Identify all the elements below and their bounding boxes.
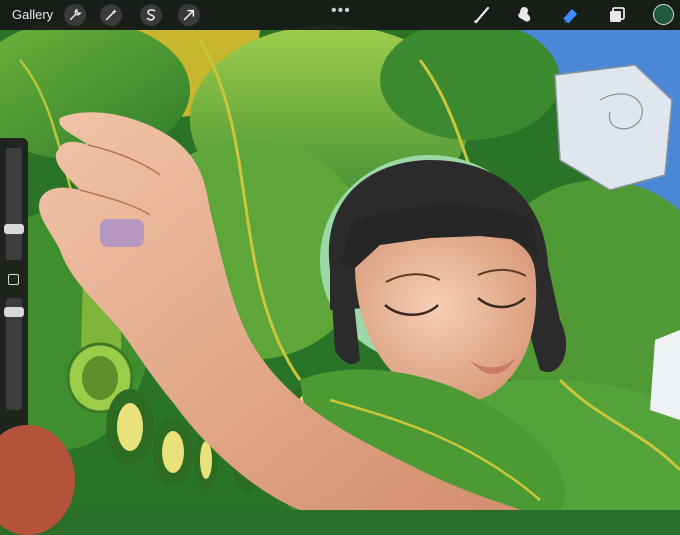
brush-size-thumb[interactable]: [4, 224, 24, 234]
opacity-thumb[interactable]: [4, 307, 24, 317]
top-toolbar: Gallery •••: [0, 0, 680, 30]
brush-size-slider[interactable]: [6, 148, 22, 260]
color-swatch[interactable]: [653, 4, 674, 25]
modify-button[interactable]: [8, 274, 19, 285]
artwork: [0, 0, 680, 510]
eraser-icon[interactable]: [560, 5, 580, 25]
gallery-button[interactable]: Gallery: [12, 7, 53, 22]
drawing-canvas[interactable]: [0, 0, 680, 510]
selection-s-icon[interactable]: [140, 4, 162, 26]
smudge-icon[interactable]: [514, 5, 534, 25]
more-options-dots[interactable]: •••: [331, 2, 351, 20]
brush-icon[interactable]: [472, 5, 492, 25]
wrench-icon[interactable]: [64, 4, 86, 26]
magic-wand-icon[interactable]: [100, 4, 122, 26]
layers-icon[interactable]: [607, 5, 627, 25]
transform-arrow-icon[interactable]: [178, 4, 200, 26]
